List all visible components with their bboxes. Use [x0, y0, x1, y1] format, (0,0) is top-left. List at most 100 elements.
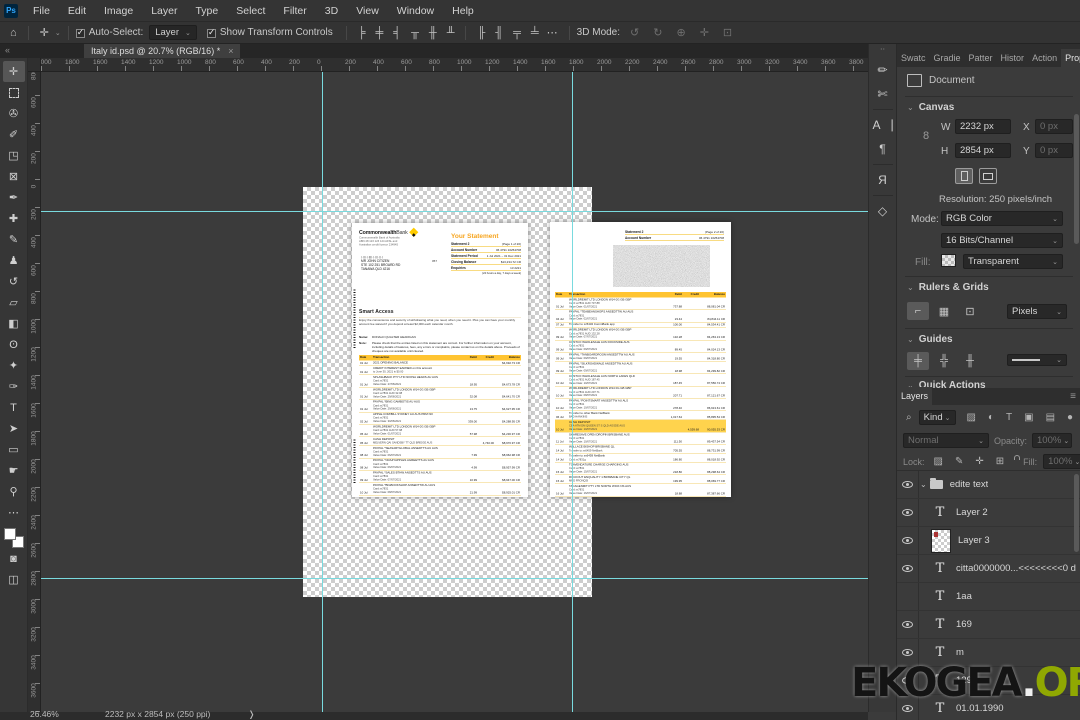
edit-toolbar-icon[interactable]: ⋯: [3, 502, 25, 523]
layer-row[interactable]: T 1aa: [897, 583, 1080, 611]
menu-file[interactable]: File: [24, 0, 59, 22]
lock-transparent-icon[interactable]: ▨: [934, 456, 943, 467]
visibility-toggle[interactable]: [897, 499, 919, 526]
guide-style-select[interactable]: ⌄: [1007, 354, 1067, 366]
layers-scrollbar[interactable]: [1074, 474, 1079, 552]
snap-grid-icon[interactable]: ⊡: [959, 302, 981, 320]
filter-toggle-icon[interactable]: ●: [1067, 412, 1073, 423]
tab-gradie[interactable]: Gradie: [930, 49, 965, 67]
guide-vertical[interactable]: [322, 72, 323, 712]
guide-vertical[interactable]: [572, 72, 573, 712]
rulers-grids-section-header[interactable]: ⌄ Rulers & Grids: [907, 282, 989, 293]
horizontal-ruler[interactable]: 2000180016001400120010008006004002000200…: [41, 58, 868, 72]
link-dimensions-icon[interactable]: 8: [923, 130, 929, 142]
crop-tool[interactable]: ◳: [3, 145, 25, 166]
3d-scale-icon[interactable]: ⊡: [719, 26, 736, 39]
ruler-origin-corner[interactable]: [28, 58, 41, 72]
guide-horizontal[interactable]: [41, 211, 868, 212]
home-icon[interactable]: ⌂: [6, 27, 21, 39]
layer-filter-kind-select[interactable]: Kind ⌄: [918, 410, 956, 425]
character-panel-icon[interactable]: A⎹: [871, 113, 895, 137]
color-swatches[interactable]: [3, 528, 24, 548]
toggle-grid-icon[interactable]: ▦: [933, 302, 955, 320]
status-chevron-icon[interactable]: ❭: [248, 709, 255, 720]
lock-paint-icon[interactable]: ✎: [955, 456, 963, 467]
layer-row[interactable]: ⌄ edite text: [897, 471, 1080, 499]
menu-image[interactable]: Image: [95, 0, 142, 22]
move-tool-preset-icon[interactable]: ✛: [36, 26, 53, 39]
properties-scrollbar[interactable]: [1074, 114, 1079, 244]
visibility-toggle[interactable]: [897, 527, 919, 554]
distribute-top-icon[interactable]: ╤: [509, 27, 525, 39]
guide-horizontal[interactable]: [41, 578, 868, 579]
menu-3d[interactable]: 3D: [316, 0, 347, 22]
menu-layer[interactable]: Layer: [142, 0, 186, 22]
orientation-portrait-button[interactable]: [955, 168, 973, 184]
foreground-color-swatch[interactable]: [3, 528, 16, 540]
filter-shape-layers-icon[interactable]: ▣: [1024, 412, 1033, 423]
move-tool[interactable]: ✛: [2, 61, 25, 82]
3d-panel-icon[interactable]: ◇: [871, 199, 895, 223]
zoom-percentage[interactable]: 26.46%: [30, 709, 59, 719]
filter-type-layers-icon[interactable]: T: [1006, 412, 1012, 423]
3d-rotate-icon[interactable]: ↺: [626, 26, 643, 39]
vertical-ruler[interactable]: 800 600 400 200 0 200 400 600 800 1000 1200 1400 160…: [28, 72, 41, 712]
quick-mask-icon[interactable]: ◙: [3, 548, 25, 569]
marquee-tool[interactable]: [3, 82, 25, 103]
visibility-toggle[interactable]: [897, 555, 919, 582]
layer-row[interactable]: T 169: [897, 611, 1080, 639]
visibility-toggle[interactable]: [897, 471, 919, 498]
menu-view[interactable]: View: [347, 0, 388, 22]
distribute-bottom-icon[interactable]: ╧: [527, 27, 543, 39]
3d-slide-icon[interactable]: ✛: [696, 26, 713, 39]
3d-roll-icon[interactable]: ↻: [649, 26, 666, 39]
menu-edit[interactable]: Edit: [59, 0, 95, 22]
align-bottom-icon[interactable]: ╨: [443, 27, 459, 39]
document-tab[interactable]: Italy id.psd @ 20.7% (RGB/16) * ×: [84, 44, 241, 58]
align-center-h-icon[interactable]: ╪: [372, 27, 388, 39]
dodge-tool[interactable]: ✦: [3, 355, 25, 376]
align-right-icon[interactable]: ╡: [389, 27, 405, 39]
tab-patter[interactable]: Patter: [965, 49, 997, 67]
canvas-viewport[interactable]: CommonwealthBank Commonwealth Bank of Au…: [41, 72, 868, 712]
canvas-width-field[interactable]: 2232 px: [955, 119, 1011, 134]
lock-move-icon[interactable]: ✛: [975, 456, 983, 467]
layer-row[interactable]: T Layer 2: [897, 499, 1080, 527]
hand-tool[interactable]: ☛: [3, 460, 25, 481]
filter-smart-objects-icon[interactable]: ▤: [1046, 412, 1055, 423]
tab-overflow-icon[interactable]: «: [5, 45, 10, 55]
tab-swatc[interactable]: Swatc: [897, 49, 930, 67]
toggle-guides-icon[interactable]: ╪: [907, 352, 929, 370]
align-top-icon[interactable]: ╥: [407, 27, 423, 39]
menu-window[interactable]: Window: [388, 0, 443, 22]
dock-handle[interactable]: ⋅⋅: [880, 46, 885, 54]
tab-layers[interactable]: Layers: [897, 387, 933, 405]
canvas-section-header[interactable]: ⌄ Canvas: [907, 102, 954, 113]
blur-tool[interactable]: ʘ: [3, 334, 25, 355]
panel-menu-icon[interactable]: ≡: [1065, 391, 1080, 405]
menu-help[interactable]: Help: [443, 0, 483, 22]
distribute-left-icon[interactable]: ╟: [473, 27, 489, 39]
bit-depth-select[interactable]: 16 Bits/Channel ⌄: [941, 233, 1063, 248]
filter-adjustment-layers-icon[interactable]: ◐: [988, 412, 994, 423]
color-mode-select[interactable]: RGB Color ⌄: [941, 211, 1063, 226]
visibility-toggle[interactable]: [897, 583, 919, 610]
toggle-rulers-icon[interactable]: ⌐: [907, 302, 929, 320]
history-brush-tool[interactable]: ↺: [3, 271, 25, 292]
healing-brush-tool[interactable]: ✚: [3, 208, 25, 229]
blend-mode-select[interactable]: Normal ⌄: [903, 433, 989, 448]
filter-pixel-layers-icon[interactable]: ▨: [967, 412, 976, 423]
chevron-down-icon[interactable]: ⌄: [920, 480, 927, 489]
brush-tool[interactable]: ✎: [3, 229, 25, 250]
path-selection-tool[interactable]: ➤: [3, 418, 25, 439]
clone-stamp-tool[interactable]: ♟: [3, 250, 25, 271]
canvas-fill-select[interactable]: Transparent ⌄: [963, 254, 1063, 269]
ruler-units-select[interactable]: Pixels ⌄: [1007, 304, 1067, 319]
auto-select-target-select[interactable]: Layer ⌄: [149, 25, 197, 40]
pen-tool[interactable]: ✑: [3, 376, 25, 397]
gradient-tool[interactable]: ◧: [3, 313, 25, 334]
shape-tool[interactable]: ▭: [3, 439, 25, 460]
photoshop-logo-icon[interactable]: Ps: [4, 3, 18, 18]
object-selection-tool[interactable]: ✐: [3, 124, 25, 145]
tab-properties[interactable]: Properties: [1061, 49, 1080, 67]
